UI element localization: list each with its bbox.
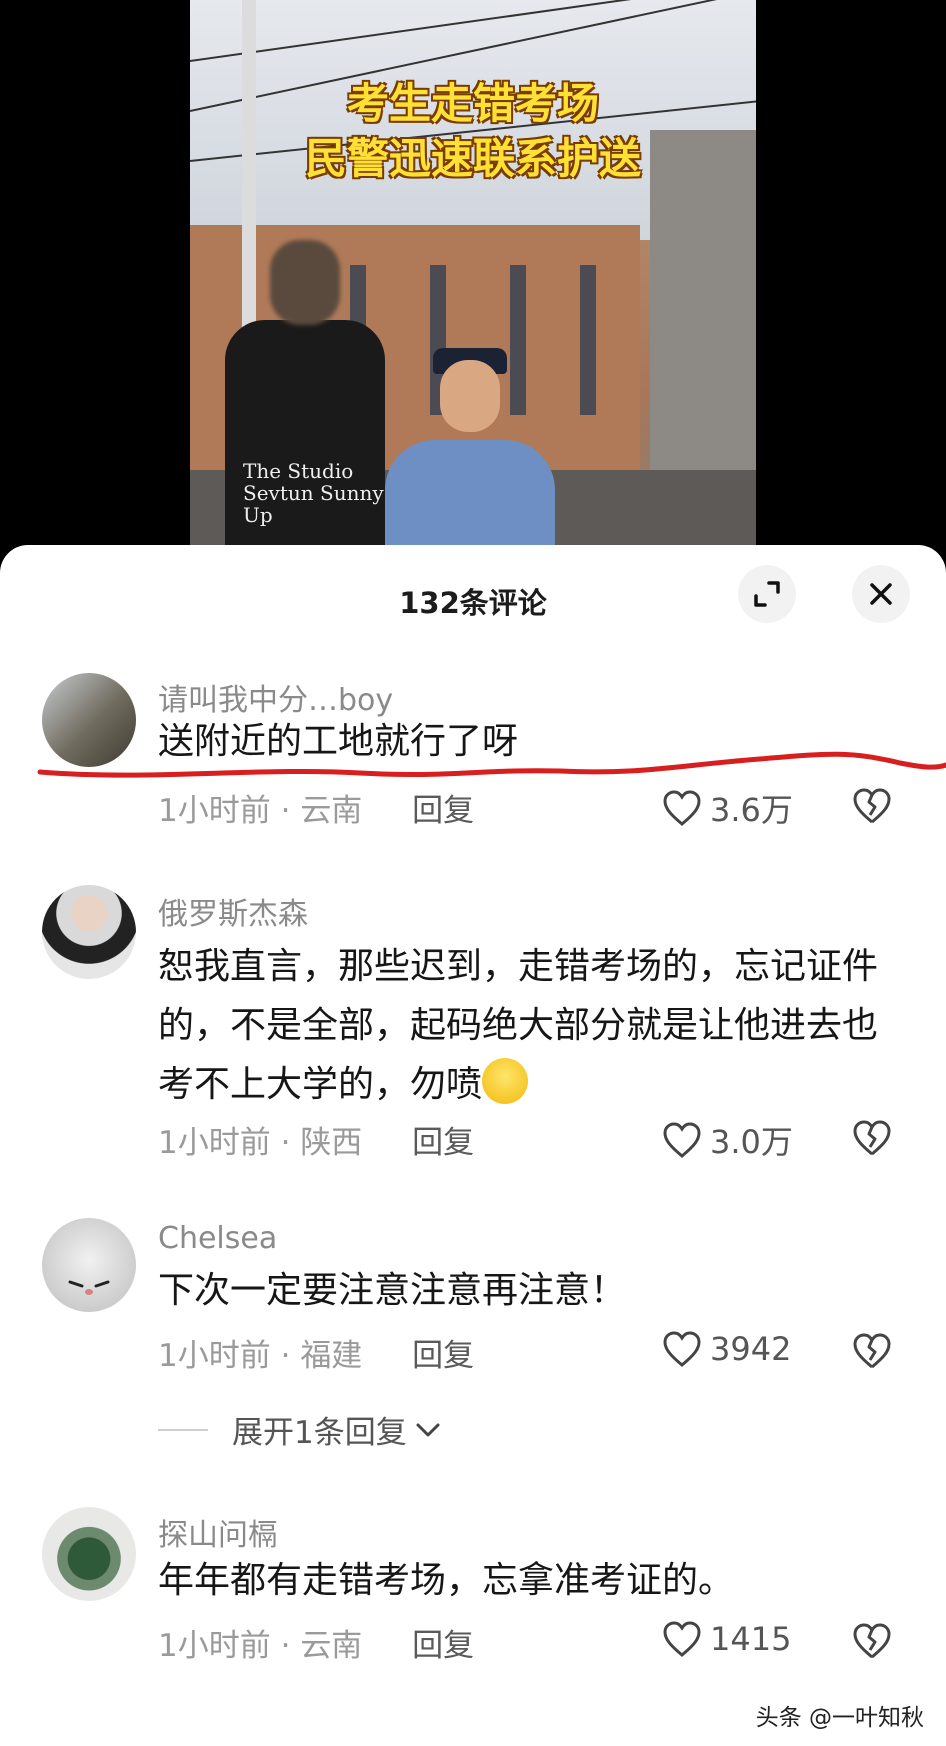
video-caption-line2: 民警迅速联系护送 [304,134,641,183]
video-caption-line1: 考生走错考场 [346,79,599,128]
avatar[interactable] [42,1218,136,1312]
close-icon [870,583,892,605]
avatar[interactable] [42,885,136,979]
like-count: 3942 [710,1330,792,1368]
comment-time: 1小时前 [158,1338,271,1374]
expand-replies-button[interactable]: 展开1条回复 [158,1407,443,1452]
divider-line [158,1428,208,1431]
comment-meta: 1小时前 · 福建 回复 [158,1338,475,1374]
expand-replies-label: 展开1条回复 [232,1415,407,1451]
comment-text[interactable]: 下次一定要注意注意再注意！ [158,1261,878,1320]
broken-heart-icon [853,1333,891,1369]
watermark: 头条 @一叶知秋 [751,1696,928,1734]
like-button[interactable]: 3.0万 [662,1117,793,1163]
red-underline-annotation [37,751,946,778]
close-button[interactable] [852,565,910,623]
dislike-button[interactable] [852,1622,892,1664]
broken-heart-icon [853,1120,891,1156]
like-button[interactable]: 3942 [662,1330,791,1368]
broken-heart-icon [853,1623,891,1659]
comment-location: 福建 [300,1338,363,1374]
comment-time: 1小时前 [158,1125,271,1161]
expand-button[interactable] [738,565,796,623]
like-button[interactable]: 1415 [662,1620,791,1658]
reply-button[interactable]: 回复 [412,1628,474,1664]
smile-emoji [482,1058,529,1104]
avatar-face [68,1280,110,1295]
comment-location: 云南 [300,1628,363,1664]
video-gate-tower [650,130,756,510]
avatar[interactable] [42,1507,136,1601]
heart-icon [663,1122,701,1158]
reply-button[interactable]: 回复 [412,1125,474,1161]
heart-icon [663,1331,701,1367]
expand-icon [754,581,780,607]
shirt-text: The Studio Sevtun Sunny Up [243,459,384,527]
comment-username[interactable]: 探山问槅 [158,1510,278,1554]
dislike-button[interactable] [852,1332,892,1374]
video-player[interactable]: The Studio Sevtun Sunny Up 考生走错考场 民警迅速联系… [190,0,756,560]
comment-time: 1小时前 [158,1628,271,1664]
comment-location: 陕西 [300,1125,363,1161]
comment-username[interactable]: 俄罗斯杰森 [158,889,308,933]
comment-text[interactable]: 恕我直言，那些迟到，走错考场的，忘记证件的，不是全部，起码绝大部分就是让他进去也… [158,937,878,1114]
comments-count-title: 132条评论 [399,586,547,620]
video-student: The Studio Sevtun Sunny Up [225,240,385,560]
comment-username[interactable]: Chelsea [158,1221,277,1256]
comment-meta: 1小时前 · 云南 回复 [158,1628,475,1664]
heart-icon [663,1621,701,1657]
comments-panel: 132条评论 请叫我中分…boy 送附近的工地就行了呀 1小时前 · 云南 回复… [0,545,946,1746]
like-count: 3.0万 [710,1123,793,1161]
video-police-officer [385,348,555,560]
chevron-down-icon [416,1423,440,1436]
comment-text[interactable]: 年年都有走错考场，忘拿准考证的。 [158,1551,878,1610]
dislike-button[interactable] [852,1119,892,1161]
reply-button[interactable]: 回复 [412,1338,474,1374]
comment-meta: 1小时前 · 陕西 回复 [158,1125,475,1161]
like-count: 1415 [710,1620,792,1658]
